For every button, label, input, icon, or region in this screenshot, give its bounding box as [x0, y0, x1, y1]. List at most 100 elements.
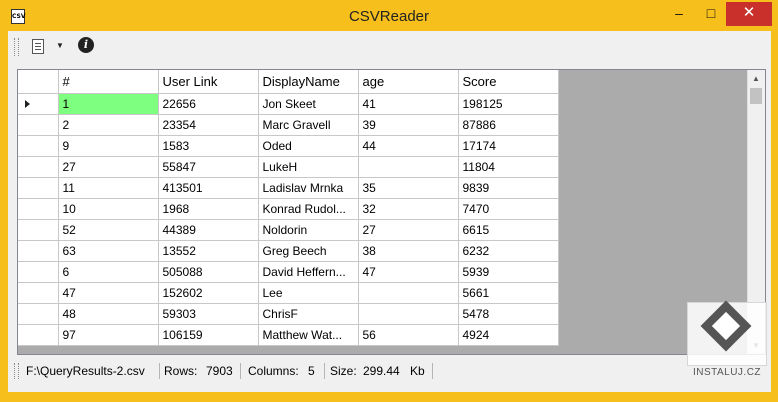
cell-age[interactable]: 38 [358, 240, 459, 262]
cell-score[interactable]: 4924 [458, 324, 559, 346]
column-header-age[interactable]: age [358, 70, 459, 94]
row-header[interactable] [18, 240, 59, 262]
table-row[interactable]: 48 59303 ChrisF 5478 [18, 303, 559, 325]
table-row[interactable]: 11 413501 Ladislav Mrnka 35 9839 [18, 177, 559, 199]
cell-user-link[interactable]: 1968 [158, 198, 259, 220]
cell-number[interactable]: 10 [58, 198, 159, 220]
cell-display-name[interactable]: Lee [258, 282, 359, 304]
cell-display-name[interactable]: Matthew Wat... [258, 324, 359, 346]
cell-number[interactable]: 47 [58, 282, 159, 304]
table-row[interactable]: 6 505088 David Heffern... 47 5939 [18, 261, 559, 283]
cell-user-link[interactable]: 59303 [158, 303, 259, 325]
cell-score[interactable]: 198125 [458, 93, 559, 115]
minimize-button[interactable]: – [664, 2, 694, 26]
cell-age[interactable]: 56 [358, 324, 459, 346]
cell-user-link[interactable]: 13552 [158, 240, 259, 262]
table-row[interactable]: 27 55847 LukeH 11804 [18, 156, 559, 178]
cell-age[interactable] [358, 156, 459, 178]
cell-display-name[interactable]: David Heffern... [258, 261, 359, 283]
row-header[interactable] [18, 156, 59, 178]
cell-user-link[interactable]: 152602 [158, 282, 259, 304]
cell-age[interactable]: 41 [358, 93, 459, 115]
cell-display-name[interactable]: ChrisF [258, 303, 359, 325]
cell-number[interactable]: 97 [58, 324, 159, 346]
cell-score[interactable]: 5661 [458, 282, 559, 304]
column-header-score[interactable]: Score [458, 70, 559, 94]
cell-display-name[interactable]: Marc Gravell [258, 114, 359, 136]
cell-number[interactable]: 1 [58, 93, 159, 115]
cell-age[interactable]: 44 [358, 135, 459, 157]
cell-user-link[interactable]: 505088 [158, 261, 259, 283]
cell-score[interactable]: 6615 [458, 219, 559, 241]
close-button[interactable]: ✕ [726, 2, 772, 26]
table-row[interactable]: 97 106159 Matthew Wat... 56 4924 [18, 324, 559, 346]
scroll-up-icon[interactable]: ▲ [752, 74, 760, 83]
cell-score[interactable]: 6232 [458, 240, 559, 262]
data-grid[interactable]: # User Link DisplayName age Score 1 22656… [17, 69, 766, 355]
table-row[interactable]: 1 22656 Jon Skeet 41 198125 [18, 93, 559, 115]
cell-number[interactable]: 11 [58, 177, 159, 199]
cell-display-name[interactable]: Noldorin [258, 219, 359, 241]
table-row[interactable]: 52 44389 Noldorin 27 6615 [18, 219, 559, 241]
cell-score[interactable]: 5939 [458, 261, 559, 283]
table-row[interactable]: 63 13552 Greg Beech 38 6232 [18, 240, 559, 262]
cell-age[interactable]: 47 [358, 261, 459, 283]
maximize-button[interactable]: □ [696, 2, 726, 26]
cell-score[interactable]: 7470 [458, 198, 559, 220]
cell-number[interactable]: 48 [58, 303, 159, 325]
cell-user-link[interactable]: 413501 [158, 177, 259, 199]
cell-user-link[interactable]: 44389 [158, 219, 259, 241]
cell-age[interactable]: 39 [358, 114, 459, 136]
corner-header[interactable] [18, 70, 59, 94]
row-header[interactable] [18, 282, 59, 304]
scroll-thumb[interactable] [750, 88, 762, 104]
document-menu-button[interactable]: ▼ [26, 36, 64, 58]
cell-age[interactable] [358, 282, 459, 304]
column-header-user-link[interactable]: User Link [158, 70, 259, 94]
cell-display-name[interactable]: Greg Beech [258, 240, 359, 262]
column-header-display-name[interactable]: DisplayName [258, 70, 359, 94]
cell-user-link[interactable]: 23354 [158, 114, 259, 136]
cell-user-link[interactable]: 22656 [158, 93, 259, 115]
row-header[interactable] [18, 303, 59, 325]
row-header[interactable] [18, 135, 59, 157]
row-header[interactable] [18, 177, 59, 199]
row-header[interactable] [18, 198, 59, 220]
table-row[interactable]: 47 152602 Lee 5661 [18, 282, 559, 304]
cell-score[interactable]: 87886 [458, 114, 559, 136]
cell-display-name[interactable]: LukeH [258, 156, 359, 178]
cell-age[interactable]: 27 [358, 219, 459, 241]
cell-number[interactable]: 63 [58, 240, 159, 262]
cell-number[interactable]: 27 [58, 156, 159, 178]
cell-score[interactable]: 17174 [458, 135, 559, 157]
row-header[interactable] [18, 114, 59, 136]
cell-display-name[interactable]: Ladislav Mrnka [258, 177, 359, 199]
cell-user-link[interactable]: 1583 [158, 135, 259, 157]
cell-number[interactable]: 6 [58, 261, 159, 283]
cell-age[interactable]: 32 [358, 198, 459, 220]
table-row[interactable]: 10 1968 Konrad Rudol... 32 7470 [18, 198, 559, 220]
cell-number[interactable]: 52 [58, 219, 159, 241]
cell-number[interactable]: 2 [58, 114, 159, 136]
title-bar[interactable]: CSV CSVReader – □ ✕ [0, 0, 778, 32]
cell-user-link[interactable]: 106159 [158, 324, 259, 346]
cell-display-name[interactable]: Jon Skeet [258, 93, 359, 115]
cell-age[interactable] [358, 303, 459, 325]
row-header[interactable] [18, 219, 59, 241]
cell-score[interactable]: 5478 [458, 303, 559, 325]
row-header[interactable] [18, 324, 59, 346]
cell-display-name[interactable]: Oded [258, 135, 359, 157]
toolbar-grip[interactable] [14, 38, 19, 56]
cell-score[interactable]: 9839 [458, 177, 559, 199]
cell-age[interactable]: 35 [358, 177, 459, 199]
table-row[interactable]: 9 1583 Oded 44 17174 [18, 135, 559, 157]
column-header-number[interactable]: # [58, 70, 159, 94]
table-row[interactable]: 2 23354 Marc Gravell 39 87886 [18, 114, 559, 136]
row-header[interactable] [18, 261, 59, 283]
cell-score[interactable]: 11804 [458, 156, 559, 178]
row-header[interactable] [18, 93, 59, 115]
cell-user-link[interactable]: 55847 [158, 156, 259, 178]
cell-display-name[interactable]: Konrad Rudol... [258, 198, 359, 220]
info-icon[interactable]: i [78, 37, 94, 53]
cell-number[interactable]: 9 [58, 135, 159, 157]
